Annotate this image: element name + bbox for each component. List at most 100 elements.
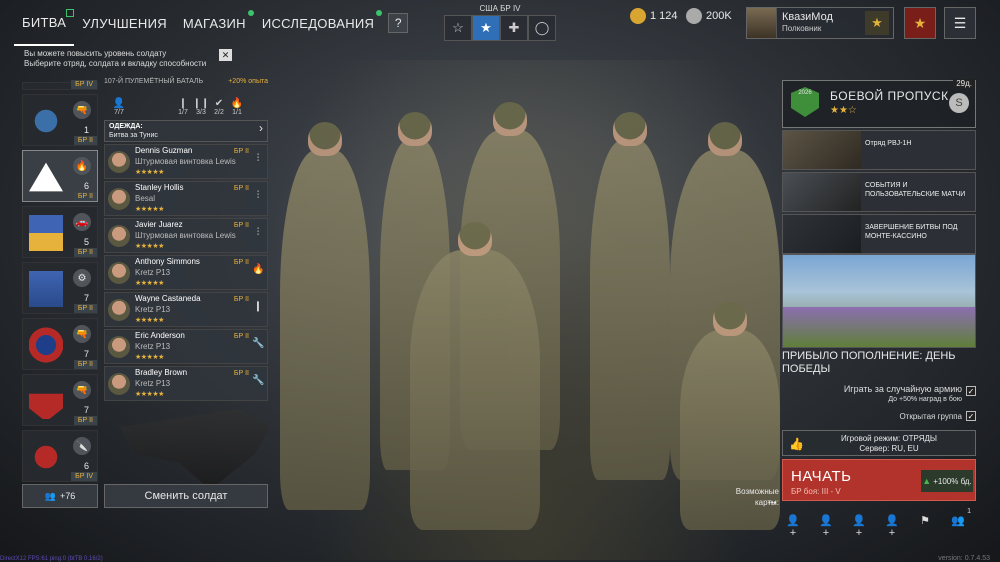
party-slots: 👤+ 👤+ 👤+ 👤+ ⚑ 👥 1 — [784, 508, 971, 539]
br-selector: США БР IV ☆ ★ ✚ ◯ — [444, 4, 556, 41]
silver-balance[interactable]: 200K — [686, 8, 732, 24]
pass-days-left: 29д. — [953, 79, 975, 88]
close-icon[interactable]: ✕ — [219, 49, 232, 61]
machine-gun-prop — [120, 409, 270, 490]
outfit-selector[interactable]: ОДЕЖДА: Битва за Тунис › — [104, 120, 268, 142]
class-icon: 🔧 — [252, 338, 265, 349]
stat-soldiers: 👤 7/7 — [112, 98, 126, 116]
gold-balance[interactable]: 1 124 — [630, 8, 678, 24]
squad-detail-panel: 107-Й ПУЛЕМЁТНЫЙ БАТАЛЬ +20% опыта 👤 7/7 … — [104, 78, 268, 401]
avatar — [747, 8, 777, 38]
class-icon: ⫶ — [256, 190, 260, 201]
change-soldier-button[interactable]: Сменить солдат — [104, 484, 268, 508]
stat-gunners: ❙❙ 3/3 — [192, 98, 210, 116]
event-card-monte-cassino[interactable]: ЗАВЕРШЕНИЕ БИТВЫ ПОД МОНТЕ-КАССИНО — [782, 214, 976, 254]
soldier-figure — [590, 112, 670, 480]
soldier-row[interactable]: Bradley Brown Kretz P13 ★★★★★ БР II 🔧 — [104, 366, 268, 401]
stat-engineers: ✔ 2/2 — [214, 98, 224, 116]
open-group-checkbox[interactable]: ✓ — [966, 411, 976, 421]
soldier-row[interactable]: Stanley Hollis Besal ★★★★★ БР II ⫶ — [104, 181, 268, 216]
event-card-custom-matches[interactable]: СОБЫТИЯ И ПОЛЬЗОВАТЕЛЬСКИЕ МАТЧИ — [782, 172, 976, 212]
squad-emblem — [29, 271, 63, 307]
soldier-row[interactable]: Dennis Guzman Штурмовая винтовка Lewis ★… — [104, 144, 268, 179]
add-friend-icon[interactable]: 👤+ — [850, 514, 868, 539]
player-rank: Полковник — [782, 24, 822, 33]
squad-card[interactable]: 🔫 7 БР II — [22, 318, 98, 370]
start-battle-button[interactable]: НАЧАТЬ БР боя: III - V ▲ +100% бд. — [782, 459, 976, 501]
player-profile[interactable]: КвазиМод Полковник ★ — [746, 7, 894, 39]
tab-upgrades[interactable]: УЛУЧШЕНИЯ — [74, 0, 175, 46]
squad-stats: 👤 7/7 ❙ 1/7 ❙❙ 3/3 ✔ 2/2 🔥 1/1 — [104, 88, 268, 116]
soldier-figure — [280, 122, 370, 510]
add-friend-icon[interactable]: 👤+ — [817, 514, 835, 539]
main-nav: БИТВА УЛУЧШЕНИЯ МАГАЗИН ИССЛЕДОВАНИЯ ? — [0, 0, 409, 46]
event-card-pbj[interactable]: Отряд PBJ-1H — [782, 130, 976, 170]
more-options-icon[interactable]: ••• — [768, 498, 776, 507]
battle-pass-emblem: 2026 — [791, 87, 819, 117]
squad-scene — [270, 60, 790, 560]
squad-class-icon: 🔪 — [73, 437, 91, 455]
squad-emblem — [29, 327, 63, 363]
debug-info: DirectX12 FPS:61 ping:0 (btTB 0.16/2) — [0, 556, 103, 562]
soldier-portrait — [108, 224, 130, 247]
xp-icon: ▲ — [922, 476, 932, 486]
notification-indicator — [66, 9, 75, 17]
tab-battle[interactable]: БИТВА — [14, 0, 75, 46]
class-icon: ⫶ — [256, 227, 260, 238]
flag-icon[interactable]: ⚑ — [916, 514, 934, 539]
version-label: version: 0.7.4.53 — [938, 555, 990, 562]
random-army-bonus: До +50% наград в бою — [888, 396, 962, 403]
br-tab-usa-star-icon[interactable]: ★ — [472, 15, 500, 41]
xp-boost-badge: ▲ +100% бд. — [921, 470, 973, 492]
squad-class-icon: ⚙ — [73, 269, 91, 287]
event-thumbnail — [783, 131, 861, 169]
tab-shop[interactable]: МАГАЗИН — [175, 0, 254, 46]
squad-class-icon: 🔥 — [73, 157, 91, 175]
victory-day-promo-image[interactable] — [782, 254, 976, 348]
tab-research[interactable]: ИССЛЕДОВАНИЯ — [254, 0, 383, 46]
squad-emblem — [29, 215, 63, 251]
add-friend-icon[interactable]: 👤+ — [883, 514, 901, 539]
br-tab-cross-icon[interactable]: ✚ — [500, 15, 528, 41]
br-tab-star-outline-icon[interactable]: ☆ — [444, 15, 472, 41]
stat-flamers: 🔥 1/1 — [230, 98, 244, 116]
soldier-portrait — [108, 150, 130, 173]
squad-management-button[interactable]: 👥 +76 — [22, 484, 98, 508]
open-group-label: Открытая группа — [899, 412, 962, 421]
xp-bonus: +20% опыта — [228, 78, 268, 85]
promo-title[interactable]: ПРИБЫЛО ПОПОЛНЕНИЕ: ДЕНЬ ПОБЕДЫ — [782, 350, 976, 376]
squad-class-icon: 🔫 — [73, 381, 91, 399]
menu-button[interactable]: ☰ — [944, 7, 976, 39]
squad-card[interactable]: 🚗 5 БР II — [22, 206, 98, 258]
squad-card[interactable]: ⚙ 7 БР II — [22, 262, 98, 314]
squad-emblem — [29, 393, 63, 419]
game-mode-selector[interactable]: 👍 Игровой режим: ОТРЯДЫ Сервер: RU, EU — [782, 430, 976, 456]
random-army-checkbox[interactable]: ✓ — [966, 386, 976, 396]
stat-riflemen: ❙ 1/7 — [178, 98, 188, 116]
add-friend-icon[interactable]: 👤+ — [784, 514, 802, 539]
class-icon: 🔥 — [252, 264, 265, 275]
class-icon: ⫶ — [256, 153, 260, 164]
help-button[interactable]: ? — [388, 13, 409, 33]
br-label: США БР IV — [479, 4, 521, 13]
soldier-row[interactable]: Eric Anderson Kretz P13 ★★★★★ БР II 🔧 — [104, 329, 268, 364]
group-icon: 👥 — [44, 490, 56, 501]
soldier-row[interactable]: Javier Juarez Штурмовая винтовка Lewis ★… — [104, 218, 268, 253]
friends-icon[interactable]: 👥 1 — [949, 508, 971, 539]
br-tab-circle-icon[interactable]: ◯ — [528, 15, 556, 41]
squad-card-selected[interactable]: 🔥 6 БР II — [22, 150, 98, 202]
soldier-portrait — [108, 335, 130, 358]
squad-card-partial[interactable]: БР IV — [22, 80, 98, 90]
levelup-notice: Вы можете повысить уровень солдату Выбер… — [24, 49, 207, 68]
army-emblem-button[interactable]: ★ — [904, 7, 936, 39]
squad-list: БР IV 🔫 1 БР II 🔥 6 БР II 🚗 5 БР II ⚙ 7 … — [22, 80, 98, 486]
squad-card[interactable]: 🔫 1 БР II — [22, 94, 98, 146]
class-icon: ❙ — [253, 301, 263, 312]
battle-pass-card[interactable]: 29д. 2026 БОЕВОЙ ПРОПУСК ★★☆ S — [782, 79, 976, 128]
silver-coin-icon: S — [949, 93, 969, 113]
squad-card[interactable]: 🔪 6 БР IV — [22, 430, 98, 482]
pass-stars: ★★☆ — [830, 105, 857, 116]
soldier-row[interactable]: Wayne Castaneda Kretz P13 ★★★★★ БР II ❙ — [104, 292, 268, 327]
squad-card[interactable]: 🔫 7 БР II — [22, 374, 98, 426]
soldier-row[interactable]: Anthony Simmons Kretz P13 ★★★★★ БР II 🔥 — [104, 255, 268, 290]
